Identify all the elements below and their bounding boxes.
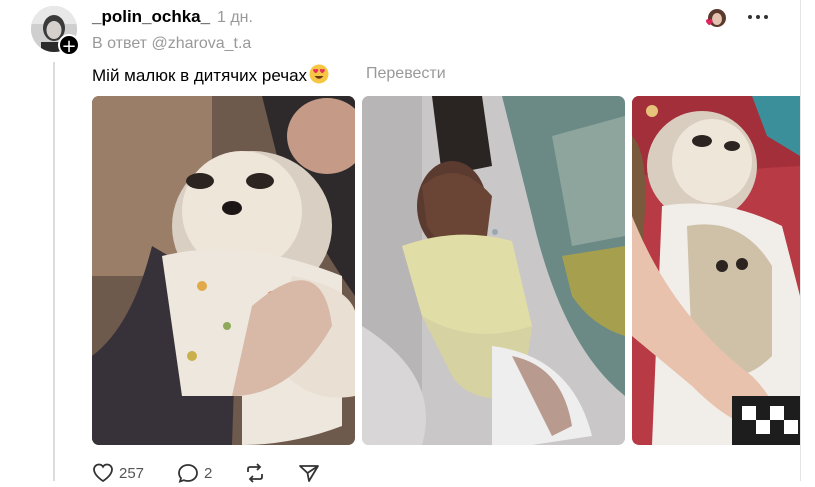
post-text-content: Мій малюк в дитячих речах <box>92 66 308 85</box>
heart-icon <box>93 463 113 483</box>
post-photo-2[interactable] <box>362 96 625 445</box>
post-photo-3[interactable] <box>632 96 800 445</box>
more-horizontal-icon[interactable] <box>746 8 770 26</box>
like-count: 257 <box>119 464 145 482</box>
reply-to[interactable]: В ответ @zharova_t.a <box>92 35 251 53</box>
thread-line <box>53 62 55 481</box>
repost-icon <box>247 463 263 483</box>
follow-plus-icon[interactable]: + <box>58 34 80 57</box>
feed-column-border <box>800 0 801 481</box>
post-photo-1[interactable] <box>92 96 355 445</box>
comment-count: 2 <box>204 464 213 482</box>
comment-icon <box>178 464 198 483</box>
share-button[interactable] <box>298 463 320 483</box>
translate-link[interactable]: Перевести <box>366 65 446 83</box>
send-icon <box>299 465 319 482</box>
like-button[interactable]: 257 <box>92 463 144 483</box>
smiling-face-with-heart-eyes-icon <box>309 64 329 84</box>
repost-button[interactable] <box>244 463 266 483</box>
post-time[interactable]: 1 дн. <box>217 9 253 27</box>
username[interactable]: _polin_ochka_ <box>92 7 210 27</box>
post-text: Мій малюк в дитячих речах <box>92 64 329 86</box>
comment-button[interactable]: 2 <box>177 463 212 483</box>
liked-by-avatar[interactable] <box>705 8 726 28</box>
